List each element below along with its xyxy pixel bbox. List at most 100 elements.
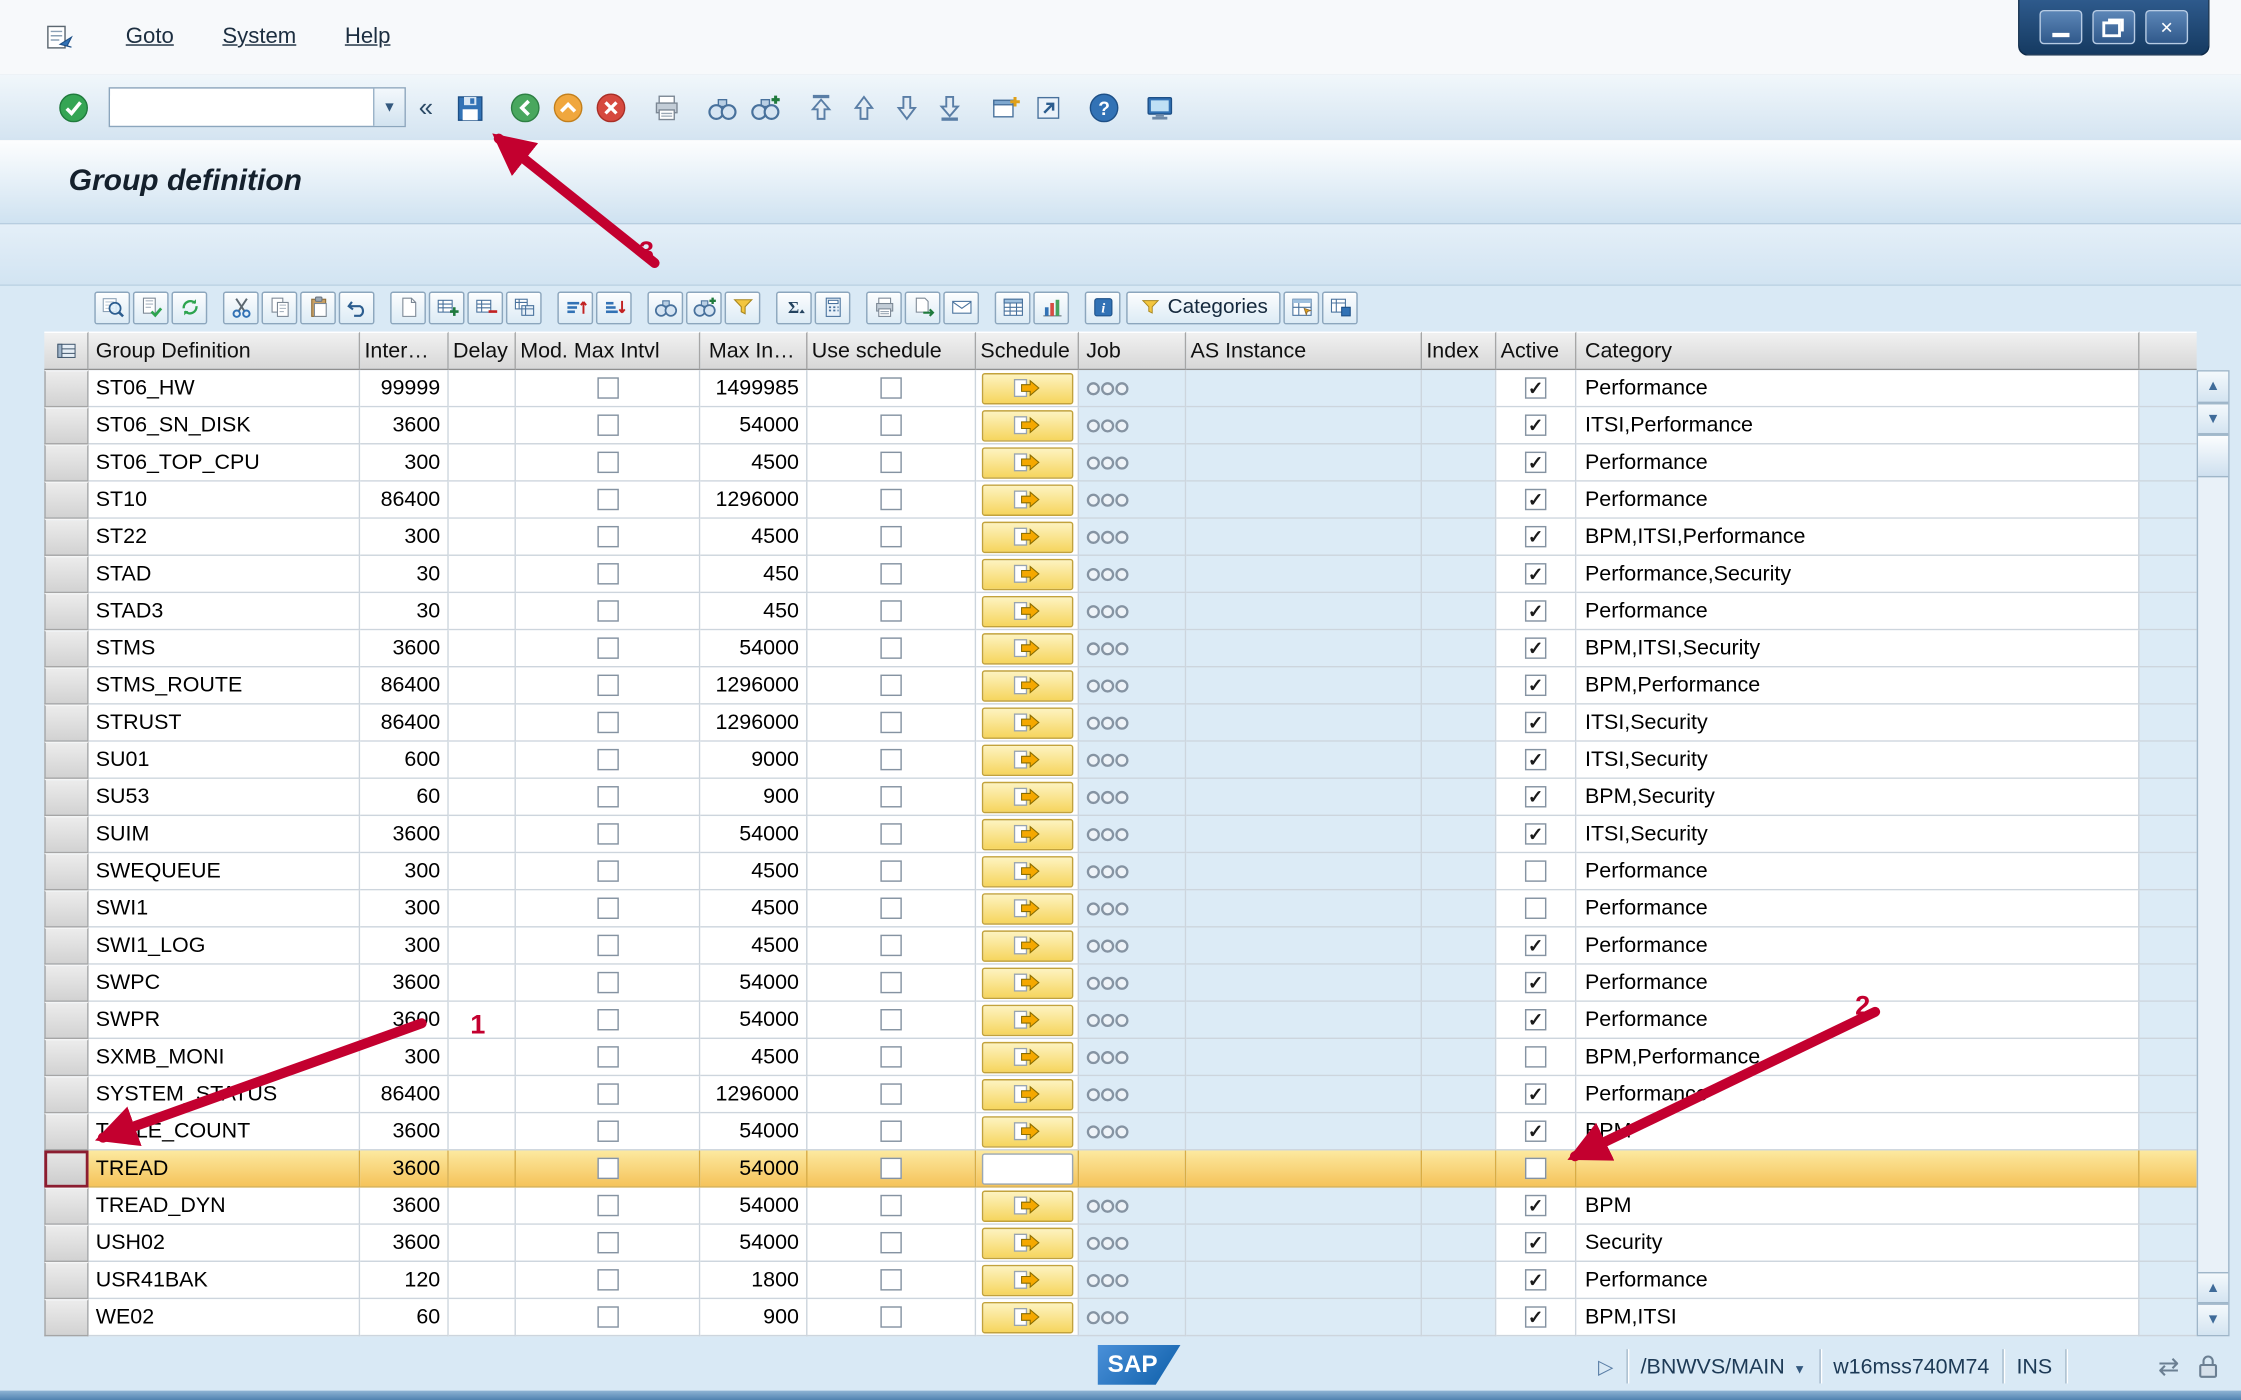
data-transfer-icon[interactable]: ⇄ (2158, 1351, 2180, 1381)
schedule-button[interactable] (981, 1153, 1072, 1184)
active-checkbox[interactable] (1525, 712, 1546, 733)
exit-icon[interactable] (547, 87, 587, 127)
schedule-button[interactable] (981, 670, 1072, 701)
table-row[interactable]: SWPC 3600 54000 Performance (44, 965, 2196, 1002)
header-category[interactable]: Category (1576, 332, 2139, 371)
vertical-scrollbar[interactable]: ▲ ▼ ▲ ▼ (2197, 370, 2230, 1336)
job-chain-icon[interactable] (1086, 975, 1129, 989)
sort-ascending-icon[interactable] (557, 291, 593, 324)
use-schedule-checkbox[interactable] (880, 935, 901, 956)
menu-item-goto[interactable]: Goto (126, 24, 174, 50)
mod-max-intvl-checkbox[interactable] (597, 749, 618, 770)
table-view-icon[interactable] (995, 291, 1031, 324)
use-schedule-checkbox[interactable] (880, 1158, 901, 1179)
table-row[interactable]: SWI1_LOG 300 4500 Performance (44, 928, 2196, 965)
row-selector[interactable] (44, 705, 88, 742)
active-checkbox[interactable] (1525, 563, 1546, 584)
job-chain-icon[interactable] (1086, 1310, 1129, 1324)
table-row[interactable]: TREAD_DYN 3600 54000 BPM (44, 1188, 2196, 1225)
use-schedule-checkbox[interactable] (880, 637, 901, 658)
export-icon[interactable] (905, 291, 941, 324)
row-selector[interactable] (44, 407, 88, 444)
header-group-definition[interactable]: Group Definition (89, 332, 361, 371)
job-chain-icon[interactable] (1086, 827, 1129, 841)
active-checkbox[interactable] (1525, 1120, 1546, 1141)
mod-max-intvl-checkbox[interactable] (597, 1009, 618, 1030)
active-checkbox[interactable] (1525, 860, 1546, 881)
window-close-button[interactable]: × (2145, 10, 2188, 44)
menu-item-system[interactable]: System (222, 24, 296, 50)
active-checkbox[interactable] (1525, 1046, 1546, 1067)
mod-max-intvl-checkbox[interactable] (597, 823, 618, 844)
status-system-dropdown-icon[interactable]: ▼ (1793, 1361, 1806, 1375)
scrollbar-thumb[interactable] (2198, 434, 2228, 477)
mod-max-intvl-checkbox[interactable] (597, 1232, 618, 1253)
table-row[interactable]: SU53 60 900 BPM,Security (44, 779, 2196, 816)
table-row[interactable]: WE02 60 900 BPM,ITSI (44, 1299, 2196, 1336)
refresh-icon[interactable] (172, 291, 208, 324)
use-schedule-checkbox[interactable] (880, 1046, 901, 1067)
enter-button[interactable] (53, 87, 93, 127)
job-chain-icon[interactable] (1086, 1013, 1129, 1027)
table-row[interactable]: STRUST 86400 1296000 ITSI,Security (44, 705, 2196, 742)
job-chain-icon[interactable] (1086, 418, 1129, 432)
active-checkbox[interactable] (1525, 600, 1546, 621)
table-row[interactable]: SXMB_MONI 300 4500 BPM,Performance (44, 1039, 2196, 1076)
active-checkbox[interactable] (1525, 1269, 1546, 1290)
first-page-icon[interactable] (800, 87, 840, 127)
use-schedule-checkbox[interactable] (880, 860, 901, 881)
use-schedule-checkbox[interactable] (880, 675, 901, 696)
schedule-button[interactable] (981, 930, 1072, 961)
row-selector[interactable] (44, 1076, 88, 1113)
table-row[interactable]: SUIM 3600 54000 ITSI,Security (44, 816, 2196, 853)
row-selector[interactable] (44, 853, 88, 890)
schedule-button[interactable] (981, 818, 1072, 849)
filter-icon[interactable] (725, 291, 761, 324)
use-schedule-checkbox[interactable] (880, 1083, 901, 1104)
table-row[interactable]: STMS 3600 54000 BPM,ITSI,Security (44, 630, 2196, 667)
row-selector[interactable] (44, 593, 88, 630)
table-row[interactable]: TREAD 3600 54000 (44, 1151, 2196, 1188)
status-message-icon[interactable]: ▷ (1598, 1354, 1613, 1378)
table-row[interactable]: SWPR 3600 54000 Performance (44, 1002, 2196, 1039)
schedule-button[interactable] (981, 1301, 1072, 1332)
graphic-icon[interactable] (1033, 291, 1069, 324)
find-next-icon[interactable] (686, 291, 722, 324)
active-checkbox[interactable] (1525, 526, 1546, 547)
use-schedule-checkbox[interactable] (880, 1232, 901, 1253)
table-row[interactable]: SWEQUEUE 300 4500 Performance (44, 853, 2196, 890)
find-icon[interactable] (647, 291, 683, 324)
table-row[interactable]: TABLE_COUNT 3600 54000 BPM (44, 1113, 2196, 1150)
mod-max-intvl-checkbox[interactable] (597, 786, 618, 807)
window-restore-button[interactable] (2092, 10, 2135, 44)
use-schedule-checkbox[interactable] (880, 898, 901, 919)
row-selector[interactable] (44, 370, 88, 407)
insert-row-icon[interactable] (429, 291, 465, 324)
mod-max-intvl-checkbox[interactable] (597, 489, 618, 510)
header-as-instance[interactable]: AS Instance (1186, 332, 1422, 371)
new-entry-icon[interactable] (390, 291, 426, 324)
active-checkbox[interactable] (1525, 1083, 1546, 1104)
table-row[interactable]: STAD3 30 450 Performance (44, 593, 2196, 630)
active-checkbox[interactable] (1525, 1158, 1546, 1179)
schedule-button[interactable] (981, 967, 1072, 998)
job-chain-icon[interactable] (1086, 604, 1129, 618)
active-checkbox[interactable] (1525, 1306, 1546, 1327)
mod-max-intvl-checkbox[interactable] (597, 414, 618, 435)
mod-max-intvl-checkbox[interactable] (597, 712, 618, 733)
job-chain-icon[interactable] (1086, 790, 1129, 804)
job-chain-icon[interactable] (1086, 1273, 1129, 1287)
table-row[interactable]: SYSTEM_STATUS 86400 1296000 Performance (44, 1076, 2196, 1113)
use-schedule-checkbox[interactable] (880, 972, 901, 993)
schedule-button[interactable] (981, 707, 1072, 738)
mod-max-intvl-checkbox[interactable] (597, 1306, 618, 1327)
check-entries-icon[interactable] (133, 291, 169, 324)
active-checkbox[interactable] (1525, 935, 1546, 956)
schedule-button[interactable] (981, 781, 1072, 812)
active-checkbox[interactable] (1525, 637, 1546, 658)
active-checkbox[interactable] (1525, 823, 1546, 844)
header-delay[interactable]: Delay (449, 332, 516, 371)
header-index[interactable]: Index (1422, 332, 1496, 371)
active-checkbox[interactable] (1525, 786, 1546, 807)
job-chain-icon[interactable] (1086, 715, 1129, 729)
